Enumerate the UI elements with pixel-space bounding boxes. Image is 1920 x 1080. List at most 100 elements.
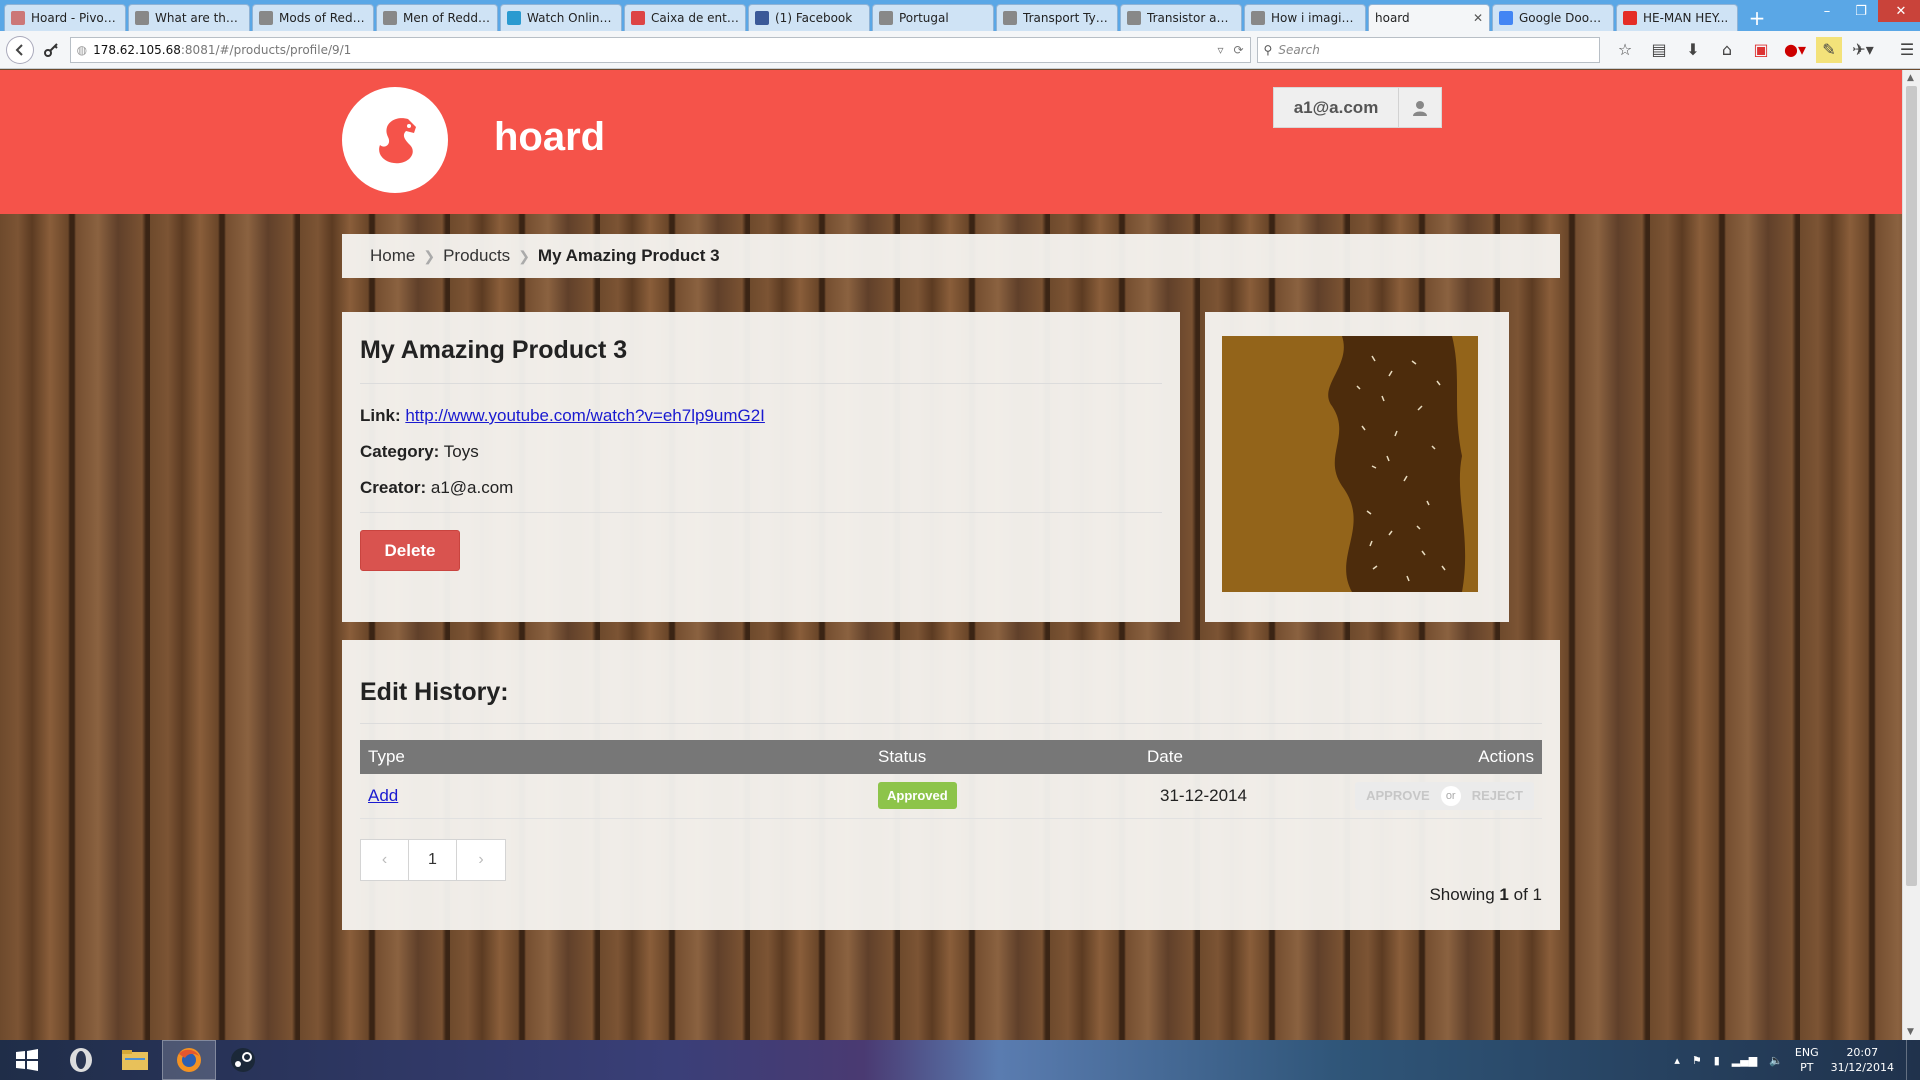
key-icon[interactable] bbox=[38, 37, 64, 63]
language-indicator[interactable]: ENG PT bbox=[1795, 1045, 1819, 1075]
scroll-up-icon[interactable]: ▲ bbox=[1907, 73, 1914, 83]
next-page-button[interactable]: › bbox=[457, 840, 505, 880]
dropdown-icon[interactable]: ▿ bbox=[1217, 43, 1223, 57]
reject-button[interactable]: REJECT bbox=[1461, 788, 1534, 803]
browser-tab[interactable]: Men of Reddi... bbox=[376, 4, 498, 31]
brand-name[interactable]: hoard bbox=[494, 115, 605, 160]
browser-tab[interactable]: (1) Facebook bbox=[748, 4, 870, 31]
showing-current: 1 bbox=[1499, 885, 1509, 904]
bookmark-star-icon[interactable]: ☆ bbox=[1612, 37, 1638, 63]
browser-tab[interactable]: Hoard - Pivot... bbox=[4, 4, 126, 31]
browser-tab[interactable]: How i imagin... bbox=[1244, 4, 1366, 31]
close-window-icon[interactable]: ✕ bbox=[1878, 0, 1920, 22]
battery-icon[interactable]: ▮ bbox=[1714, 1054, 1720, 1067]
user-menu-button[interactable]: a1@a.com bbox=[1273, 87, 1442, 128]
steam-icon[interactable] bbox=[216, 1040, 270, 1080]
col-type[interactable]: Type bbox=[360, 740, 870, 774]
volume-icon[interactable]: 🔈 bbox=[1769, 1054, 1783, 1067]
google-icon bbox=[1499, 11, 1513, 25]
reddit-icon bbox=[383, 11, 397, 25]
history-type-link[interactable]: Add bbox=[368, 786, 398, 805]
show-desktop-button[interactable] bbox=[1906, 1040, 1914, 1080]
history-table: Type Status Date Actions Add Approved 31… bbox=[360, 740, 1542, 819]
signal-icon[interactable]: ▂▄▆ bbox=[1732, 1054, 1757, 1067]
browser-tab[interactable]: HE-MAN HEY... bbox=[1616, 4, 1738, 31]
browser-nav-bar: ◍ 178.62.105.68 :8081/#/products/profile… bbox=[0, 31, 1920, 69]
col-status[interactable]: Status bbox=[870, 740, 1010, 774]
clock-date: 31/12/2014 bbox=[1830, 1061, 1894, 1074]
breadcrumb-products[interactable]: Products bbox=[443, 246, 510, 266]
user-email[interactable]: a1@a.com bbox=[1274, 88, 1398, 127]
back-arrow-icon[interactable] bbox=[6, 35, 34, 64]
scroll-down-icon[interactable]: ▼ bbox=[1907, 1027, 1914, 1037]
browser-tab[interactable]: Mods of Redd... bbox=[252, 4, 374, 31]
reddit-icon bbox=[259, 11, 273, 25]
browser-tab[interactable]: Google Doodl... bbox=[1492, 4, 1614, 31]
browser-tab-title: hoard bbox=[1375, 11, 1410, 25]
prev-page-button[interactable]: ‹ bbox=[361, 839, 409, 880]
browser-tab[interactable]: Caixa de entra... bbox=[624, 4, 746, 31]
system-tray: ▴ ⚑ ▮ ▂▄▆ 🔈 ENG PT 20:07 31/12/2014 bbox=[1674, 1040, 1914, 1080]
link-label: Link: bbox=[360, 406, 401, 425]
product-link-field: Link: http://www.youtube.com/watch?v=eh7… bbox=[360, 406, 1162, 426]
app-header: hoard a1@a.com bbox=[0, 70, 1902, 214]
user-icon[interactable] bbox=[1398, 88, 1441, 127]
divider bbox=[360, 383, 1162, 384]
pocket-icon[interactable]: ▣ bbox=[1748, 37, 1774, 63]
delete-button[interactable]: Delete bbox=[360, 530, 460, 571]
approve-button[interactable]: APPROVE bbox=[1355, 788, 1441, 803]
search-input[interactable]: ⚲ Search bbox=[1256, 36, 1600, 63]
browser-tab[interactable]: Watch Online... bbox=[500, 4, 622, 31]
browser-tab-title: HE-MAN HEY... bbox=[1643, 11, 1729, 25]
opera-icon[interactable] bbox=[54, 1040, 108, 1080]
lang-top: ENG bbox=[1794, 1046, 1819, 1059]
browser-tab-title: Caixa de entra... bbox=[651, 11, 739, 25]
status-badge: Approved bbox=[878, 782, 957, 810]
tray-expand-icon[interactable]: ▴ bbox=[1674, 1054, 1680, 1067]
download-icon[interactable]: ⬇ bbox=[1680, 37, 1706, 63]
browser-tab[interactable]: Transport Tyc... bbox=[996, 4, 1118, 31]
history-title: Edit History: bbox=[360, 678, 509, 706]
browser-tab[interactable]: Transistor an... bbox=[1120, 4, 1242, 31]
note-icon[interactable]: ✎ bbox=[1816, 36, 1842, 63]
file-explorer-icon[interactable] bbox=[108, 1040, 162, 1080]
squirrel-logo[interactable] bbox=[342, 87, 448, 193]
showing-count: Showing 1 of 1 bbox=[1429, 885, 1542, 905]
browser-tab[interactable]: What are the ... bbox=[128, 4, 250, 31]
chevron-right-icon: ❯ bbox=[518, 247, 530, 264]
flag-icon[interactable]: ⚑ bbox=[1692, 1054, 1702, 1067]
breadcrumb-current: My Amazing Product 3 bbox=[537, 246, 720, 265]
window-controls: – ❐ ✕ bbox=[1810, 0, 1920, 22]
home-icon[interactable]: ⌂ bbox=[1714, 37, 1740, 63]
scrollbar-thumb[interactable] bbox=[1906, 86, 1917, 886]
address-bar[interactable]: ◍ 178.62.105.68 :8081/#/products/profile… bbox=[69, 36, 1251, 63]
clock[interactable]: 20:07 31/12/2014 bbox=[1831, 1045, 1894, 1075]
reload-icon[interactable]: ⟳ bbox=[1233, 43, 1243, 57]
facebook-icon bbox=[755, 11, 769, 25]
url-host: 178.62.105.68 bbox=[93, 42, 181, 57]
browser-tab[interactable]: hoard ✕ bbox=[1368, 4, 1490, 31]
minimize-icon[interactable]: – bbox=[1810, 0, 1844, 22]
breadcrumb-home[interactable]: Home bbox=[370, 246, 415, 266]
new-tab-button[interactable]: + bbox=[1744, 5, 1770, 31]
close-tab-icon[interactable]: ✕ bbox=[1473, 11, 1483, 25]
reading-list-icon[interactable]: ▤ bbox=[1646, 37, 1672, 63]
divider bbox=[360, 723, 1542, 724]
extension-icon[interactable]: ✈▾ bbox=[1850, 37, 1876, 63]
cube-icon bbox=[507, 11, 521, 25]
adblock-icon[interactable]: ●▾ bbox=[1782, 37, 1808, 63]
browser-tab-bar: Hoard - Pivot... What are the ... Mods of … bbox=[0, 0, 1920, 31]
category-value: Toys bbox=[443, 442, 479, 461]
page-scrollbar[interactable]: ▲ ▼ bbox=[1902, 70, 1920, 1040]
category-label: Category: bbox=[360, 442, 440, 461]
col-date[interactable]: Date bbox=[1010, 740, 1320, 774]
firefox-icon[interactable] bbox=[162, 1040, 216, 1080]
browser-tab[interactable]: Portugal bbox=[872, 4, 994, 31]
windows-start-icon[interactable] bbox=[0, 1040, 54, 1080]
product-link[interactable]: http://www.youtube.com/watch?v=eh7lp9umG… bbox=[405, 406, 765, 425]
menu-icon[interactable]: ☰ bbox=[1894, 37, 1920, 63]
page-number-button[interactable]: 1 bbox=[409, 839, 457, 880]
restore-icon[interactable]: ❐ bbox=[1844, 0, 1878, 22]
pagination: ‹ 1 › bbox=[360, 838, 506, 881]
search-placeholder: Search bbox=[1278, 42, 1320, 57]
